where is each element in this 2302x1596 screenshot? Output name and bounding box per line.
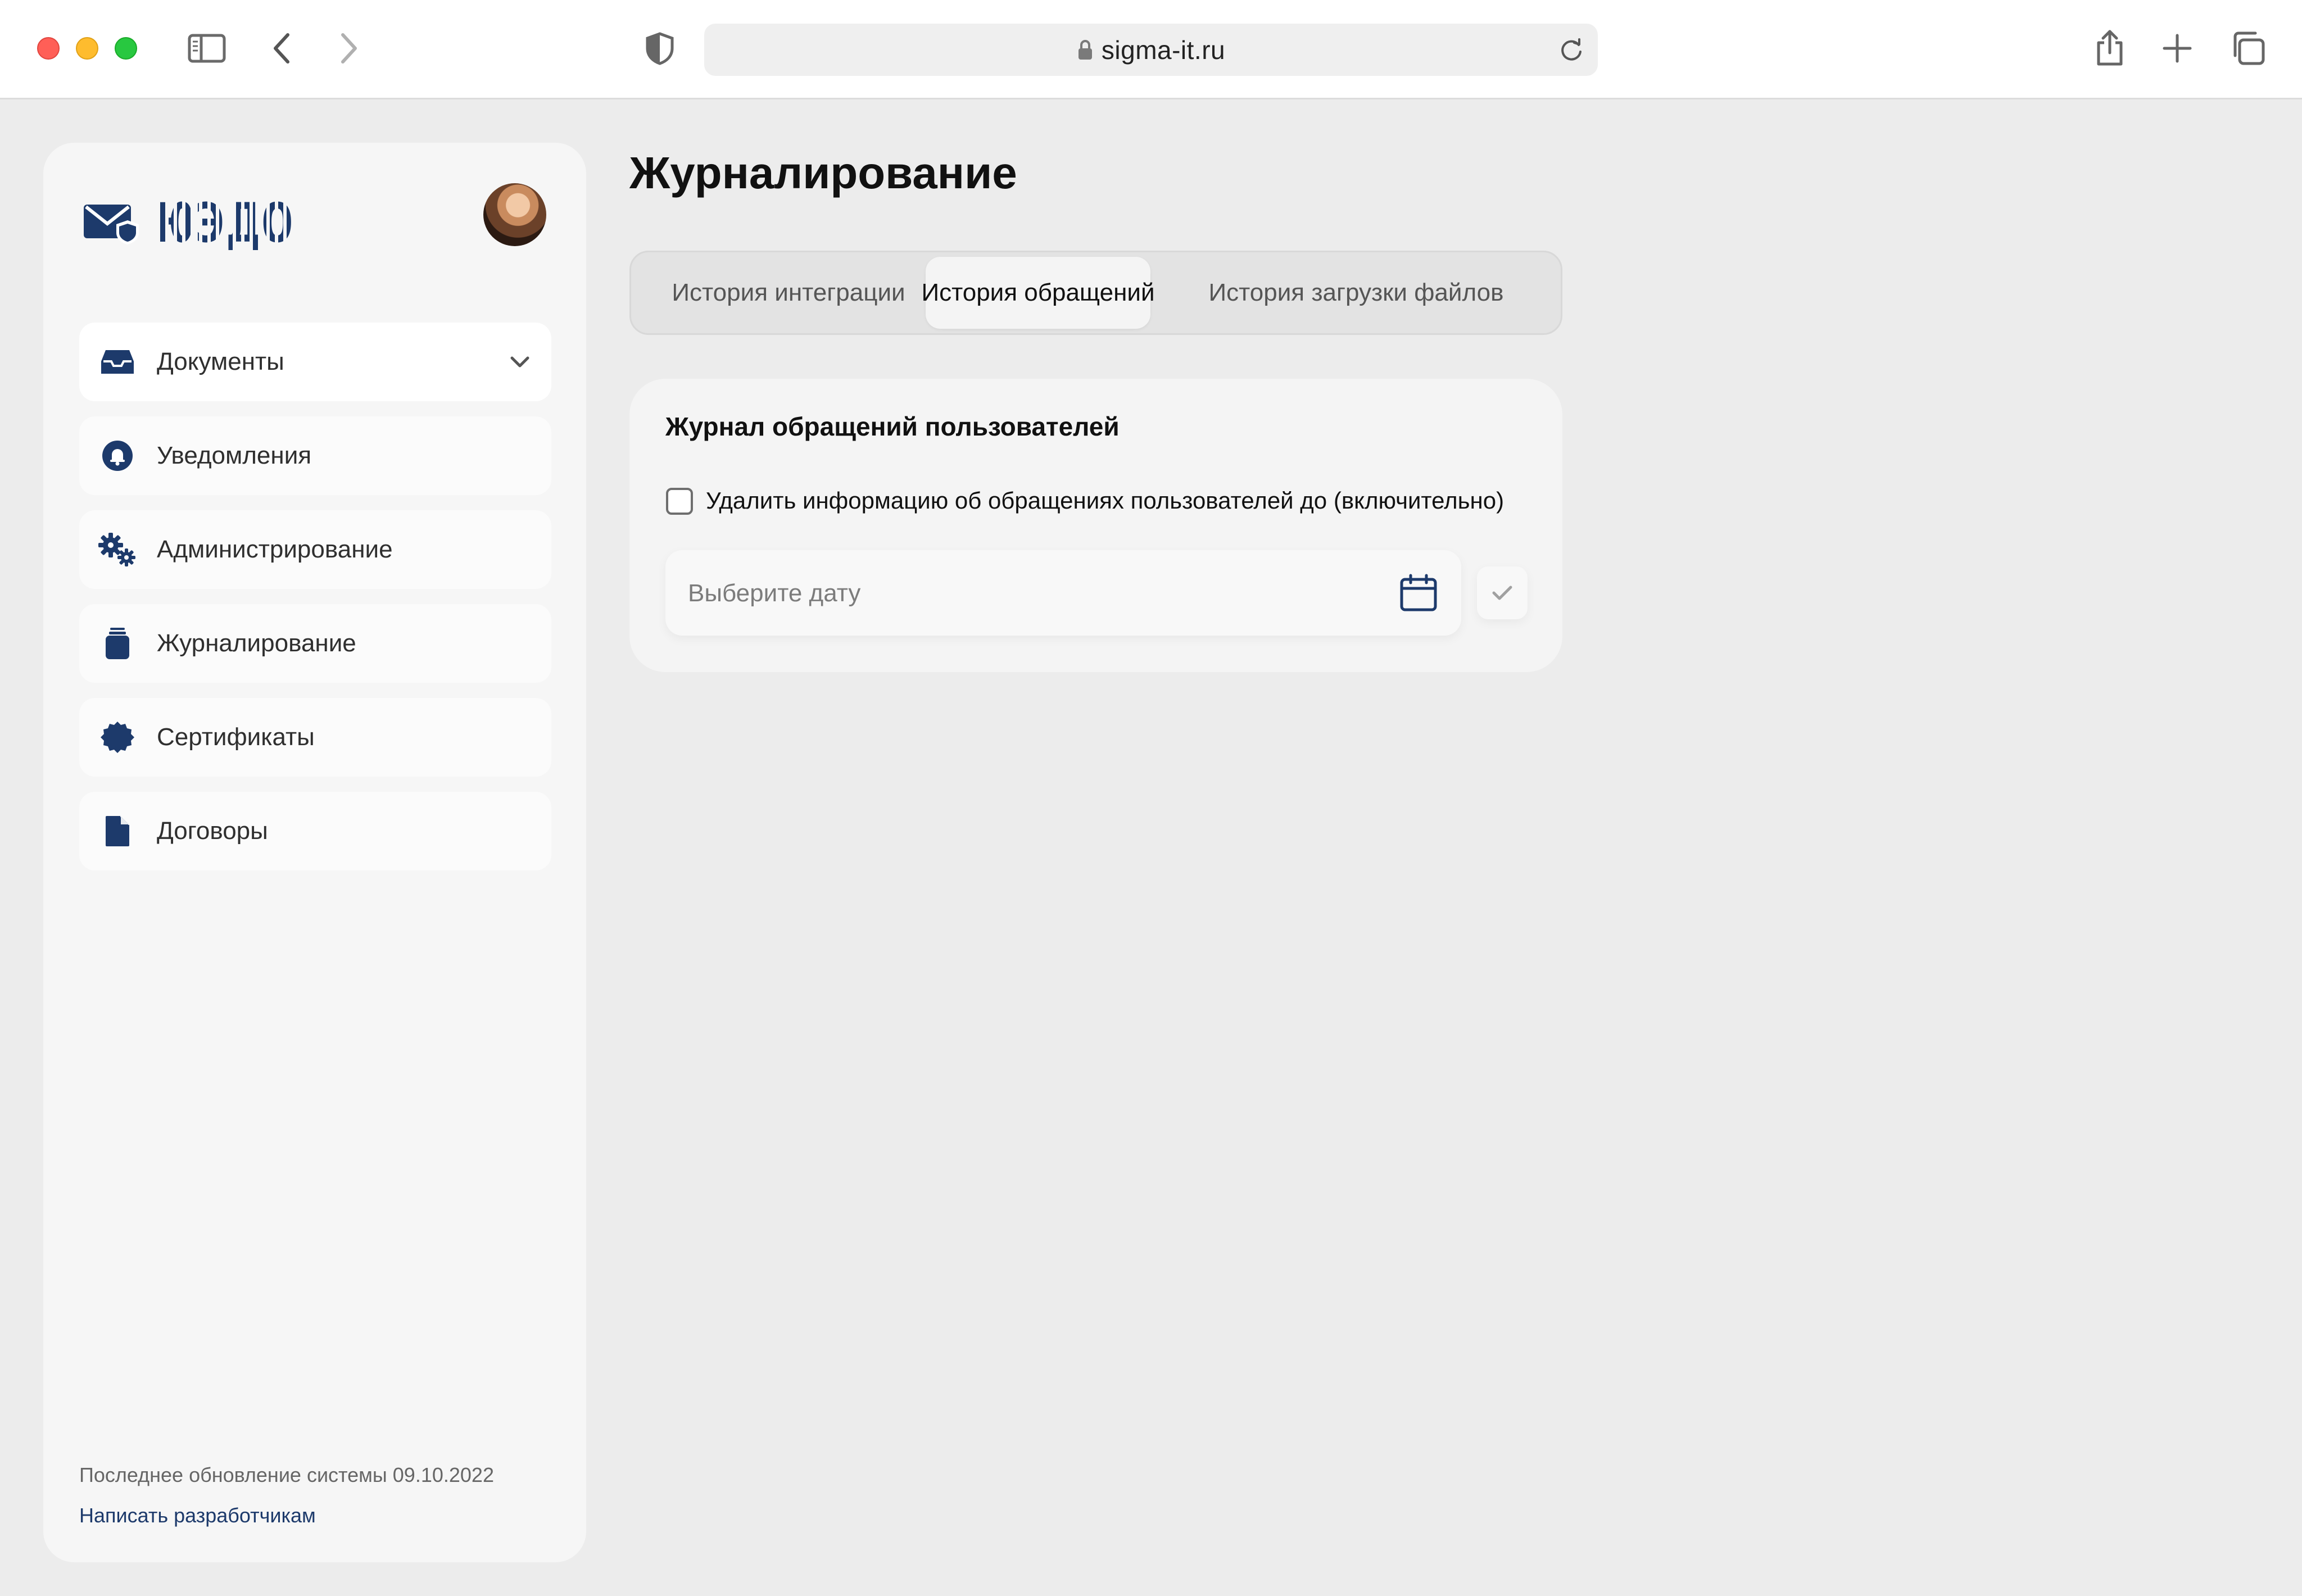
- reload-icon[interactable]: [1557, 36, 1585, 64]
- contact-developers-link[interactable]: Написать разработчикам: [79, 1504, 494, 1527]
- checkmark-icon: [1492, 586, 1512, 600]
- card-title: Журнал обращений пользователей: [665, 412, 1120, 441]
- sidebar-item-certificates[interactable]: Сертификаты: [79, 698, 551, 777]
- minimize-window-button[interactable]: [76, 37, 98, 60]
- user-avatar[interactable]: [483, 183, 546, 246]
- sidebar-item-label: Сертификаты: [157, 723, 315, 751]
- date-input[interactable]: [687, 573, 1363, 614]
- last-update-text: Последнее обновление системы 09.10.2022: [79, 1463, 494, 1486]
- jar-icon: [97, 623, 138, 664]
- forward-arrow-icon[interactable]: [329, 29, 368, 67]
- delete-requests-checkbox[interactable]: [666, 488, 693, 515]
- tab-integration-history[interactable]: История интеграции: [642, 257, 935, 329]
- url-text: sigma-it.ru: [1101, 35, 1226, 65]
- browser-toolbar: sigma-it.ru: [0, 0, 2302, 99]
- page-title: Журналирование: [629, 148, 1017, 198]
- badge-icon: [97, 717, 138, 758]
- sidebar-toggle-icon[interactable]: [188, 29, 226, 67]
- sidebar-item-label: Договоры: [157, 817, 268, 845]
- sidebar-item-logging[interactable]: Журналирование: [79, 604, 551, 683]
- sidebar-item-label: Документы: [157, 348, 284, 375]
- sidebar: ЮЭДО Документы Уведомления Администриров…: [43, 143, 586, 1562]
- file-icon: [97, 811, 138, 851]
- address-bar[interactable]: sigma-it.ru: [704, 24, 1598, 76]
- logo-wordmark: ЮЭДО: [160, 192, 295, 255]
- close-window-button[interactable]: [37, 37, 60, 60]
- mail-shield-icon: [84, 205, 139, 244]
- sidebar-item-administration[interactable]: Администрирование: [79, 510, 551, 589]
- date-picker-field[interactable]: [665, 550, 1461, 636]
- logo[interactable]: ЮЭДО: [83, 192, 295, 255]
- gears-icon: [97, 529, 138, 570]
- sidebar-item-contracts[interactable]: Договоры: [79, 792, 551, 870]
- tab-request-history[interactable]: История обращений: [921, 257, 1155, 329]
- privacy-shield-icon[interactable]: [641, 29, 679, 67]
- chevron-down-icon[interactable]: [509, 351, 531, 373]
- inbox-tray-icon: [97, 342, 138, 382]
- tab-overview-icon[interactable]: [2229, 29, 2267, 67]
- sidebar-item-notifications[interactable]: Уведомления: [79, 416, 551, 495]
- back-arrow-icon[interactable]: [263, 29, 301, 67]
- calendar-icon[interactable]: [1399, 574, 1438, 612]
- sidebar-item-label: Журналирование: [157, 629, 356, 657]
- user-requests-log-card: Журнал обращений пользователей Удалить и…: [629, 379, 1562, 672]
- new-tab-plus-icon[interactable]: [2158, 29, 2196, 67]
- bell-icon: [97, 436, 138, 476]
- tab-file-upload-history[interactable]: История загрузки файлов: [1159, 257, 1553, 329]
- lock-icon: [1078, 39, 1092, 60]
- sidebar-item-documents[interactable]: Документы: [79, 323, 551, 401]
- sidebar-nav: Документы Уведомления Администрирование …: [79, 323, 551, 886]
- sidebar-item-label: Уведомления: [157, 442, 312, 469]
- confirm-button[interactable]: [1477, 566, 1528, 619]
- sidebar-item-label: Администрирование: [157, 536, 393, 563]
- sidebar-footer: Последнее обновление системы 09.10.2022 …: [79, 1463, 494, 1527]
- delete-requests-label[interactable]: Удалить информацию об обращениях пользов…: [706, 487, 1504, 514]
- share-icon[interactable]: [2091, 29, 2129, 67]
- tab-bar: История интеграции История обращений Ист…: [629, 251, 1562, 335]
- zoom-window-button[interactable]: [115, 37, 137, 60]
